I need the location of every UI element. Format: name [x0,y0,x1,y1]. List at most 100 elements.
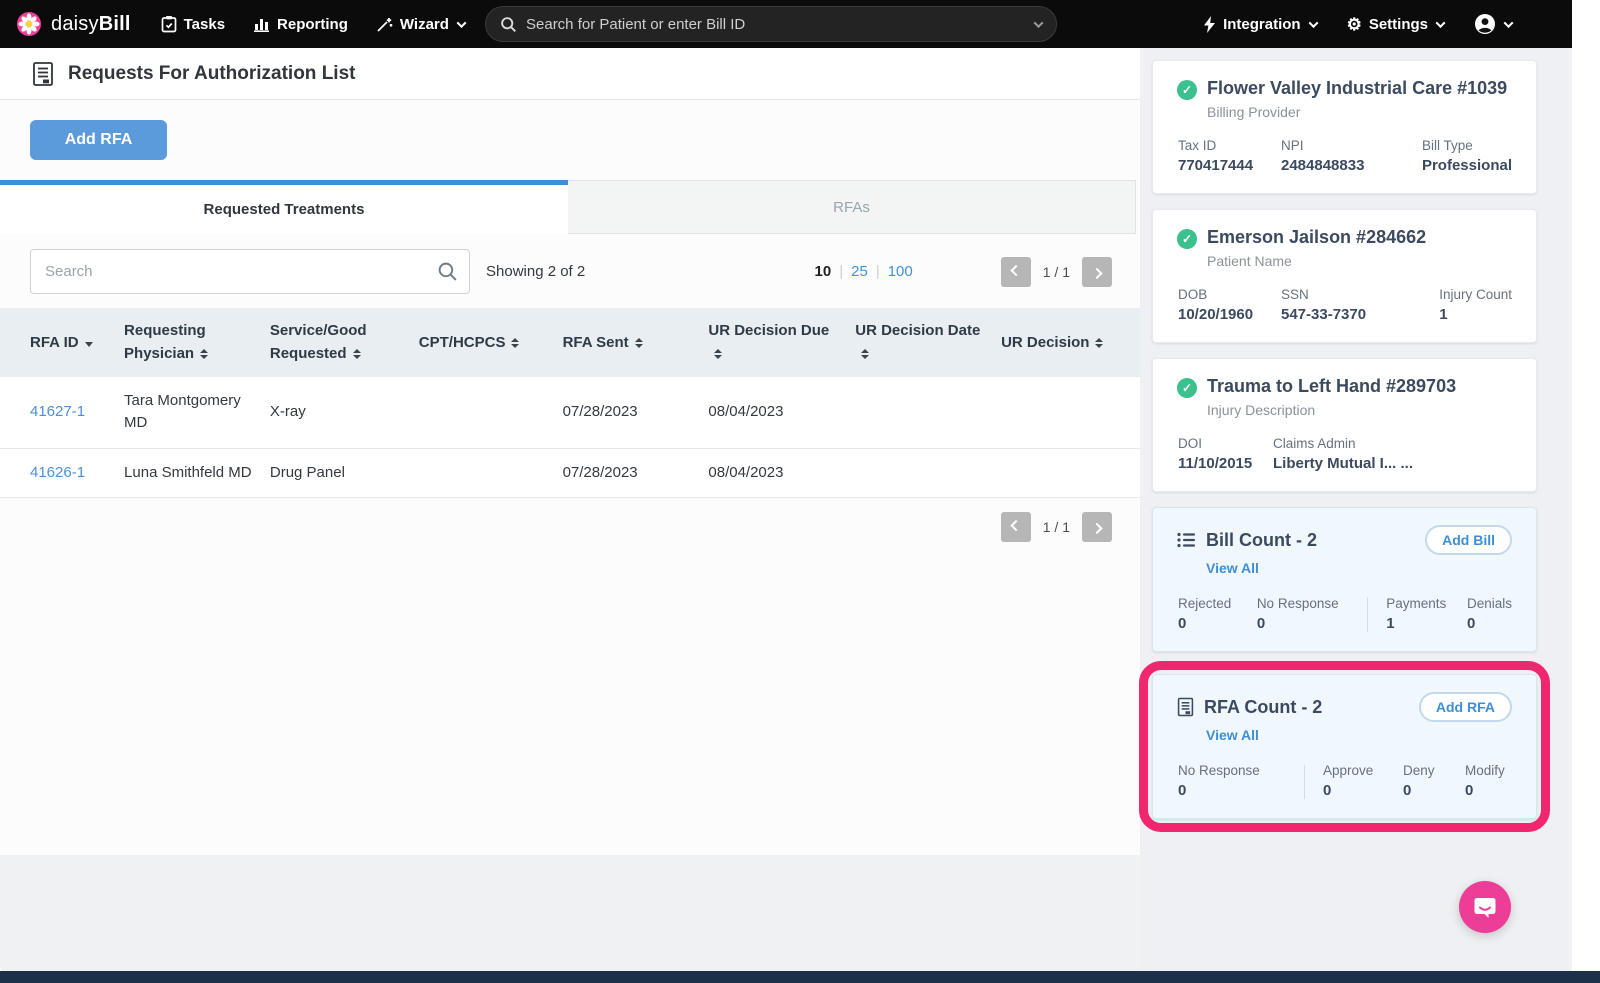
patient-card: ✓ Emerson Jailson #284662 Patient Name D… [1152,209,1537,343]
tabs: Requested Treatments RFAs [0,180,1140,234]
add-rfa-sidebar-button[interactable]: Add RFA [1419,692,1512,722]
col-requesting-physician[interactable]: Requesting Physician [116,308,262,377]
daisy-flower-icon [16,11,42,37]
separator: | [839,263,843,280]
nav-reporting-label: Reporting [277,16,348,33]
chevron-down-icon [1504,18,1514,28]
nav-reporting[interactable]: Reporting [253,16,348,33]
stat: No Response 0 [1257,596,1363,632]
page-header: Requests For Authorization List [0,48,1140,100]
top-nav: daisyBill Tasks [0,0,1572,48]
nav-integration-label: Integration [1223,16,1301,33]
search-chevron-down-icon[interactable] [1034,18,1044,28]
page-indicator: 1 / 1 [1043,519,1070,535]
stat: Payments 1 [1386,596,1467,632]
page-size-25[interactable]: 25 [851,263,868,280]
lightning-icon [1203,16,1216,33]
page-indicator: 1 / 1 [1043,264,1070,280]
view-all-link[interactable]: View All [1206,727,1259,743]
window-bottom-edge [0,971,1600,983]
chevron-right-icon [1091,267,1102,278]
col-rfa-sent[interactable]: RFA Sent [555,308,701,377]
list-search-input[interactable] [30,249,470,294]
cell-ur-decision-due: 08/04/2023 [700,448,847,498]
card-subtitle: Billing Provider [1207,104,1512,120]
page-size-10[interactable]: 10 [815,263,832,280]
context-sidebar: ✓ Flower Valley Industrial Care #1039 Bi… [1140,48,1572,980]
check-circle-icon: ✓ [1177,378,1197,398]
nav-settings-label: Settings [1369,16,1428,33]
next-page-button[interactable] [1082,512,1112,542]
sort-icon [1095,338,1103,348]
global-search[interactable] [485,6,1057,42]
search-icon[interactable] [437,261,458,282]
col-ur-decision[interactable]: UR Decision [993,308,1140,377]
pagination-bottom: 1 / 1 [1001,512,1112,542]
rfa-id-link[interactable]: 41627-1 [30,403,85,420]
stat: NPI 2484848833 [1281,138,1401,174]
stat: Modify 0 [1465,763,1505,799]
separator: | [876,263,880,280]
chevron-down-icon [1308,18,1318,28]
cell-physician: Luna Smithfeld MD [116,448,262,498]
prev-page-button[interactable] [1001,257,1031,287]
stat: Denials 0 [1467,596,1512,632]
page-size-100[interactable]: 100 [888,263,913,280]
add-rfa-button[interactable]: Add RFA [30,120,167,160]
nav-tasks-label: Tasks [184,16,225,33]
nav-settings[interactable]: ⚙ Settings [1347,16,1444,33]
rfa-id-link[interactable]: 41626-1 [30,464,85,481]
stat: Rejected 0 [1178,596,1257,632]
next-page-button[interactable] [1082,257,1112,287]
bar-chart-icon [253,16,270,32]
card-title[interactable]: Emerson Jailson #284662 [1207,227,1426,248]
cell-cpt [411,377,555,449]
nav-account[interactable] [1474,13,1512,35]
card-title: Bill Count - 2 [1206,530,1317,551]
list-icon [1177,532,1196,548]
card-title[interactable]: Flower Valley Industrial Care #1039 [1207,78,1507,99]
tab-requested-treatments[interactable]: Requested Treatments [0,180,568,234]
billing-provider-card: ✓ Flower Valley Industrial Care #1039 Bi… [1152,60,1537,194]
user-avatar-icon [1474,13,1496,35]
cell-rfa-sent: 07/28/2023 [555,377,701,449]
nav-integration[interactable]: Integration [1203,16,1317,33]
col-rfa-id[interactable]: RFA ID [0,308,116,377]
sort-icon [353,349,361,359]
cell-physician: Tara Montgomery MD [116,377,262,449]
nav-wizard-label: Wizard [400,16,449,33]
global-search-input[interactable] [526,16,1033,33]
chat-bubble-icon [1472,894,1498,920]
chevron-down-icon [456,18,466,28]
chevron-right-icon [1091,523,1102,534]
prev-page-button[interactable] [1001,512,1031,542]
col-service-good[interactable]: Service/Good Requested [262,308,411,377]
cell-service: Drug Panel [262,448,411,498]
card-title[interactable]: Trauma to Left Hand #289703 [1207,376,1456,397]
col-cpt-hcpcs[interactable]: CPT/HCPCS [411,308,555,377]
stat: Bill Type Professional [1422,138,1512,174]
check-circle-icon: ✓ [1177,229,1197,249]
daisybill-logo[interactable]: daisyBill [0,11,131,37]
chevron-left-icon [1010,264,1021,275]
col-ur-decision-due[interactable]: UR Decision Due [700,308,847,377]
injury-card: ✓ Trauma to Left Hand #289703 Injury Des… [1152,358,1537,492]
nav-tasks[interactable]: Tasks [161,15,225,33]
col-ur-decision-date[interactable]: UR Decision Date [847,308,993,377]
view-all-link[interactable]: View All [1206,560,1259,576]
sort-icon [200,349,208,359]
chat-launcher-button[interactable] [1459,881,1511,933]
nav-wizard[interactable]: Wizard [376,16,465,33]
scrollbar-gutter [1572,0,1600,980]
check-circle-icon: ✓ [1177,80,1197,100]
gear-icon: ⚙ [1347,16,1362,33]
rfa-count-card: RFA Count - 2 Add RFA View All No Respon… [1152,674,1537,819]
add-bill-button[interactable]: Add Bill [1425,525,1512,555]
cell-ur-decision-date [847,377,993,449]
main-content: Requests For Authorization List Add RFA … [0,48,1140,855]
magic-wand-icon [376,16,393,33]
tab-rfas[interactable]: RFAs [568,180,1136,234]
stat: DOI 11/10/2015 [1178,436,1273,472]
chevron-down-icon [1436,18,1446,28]
rfa-document-icon [32,61,54,87]
